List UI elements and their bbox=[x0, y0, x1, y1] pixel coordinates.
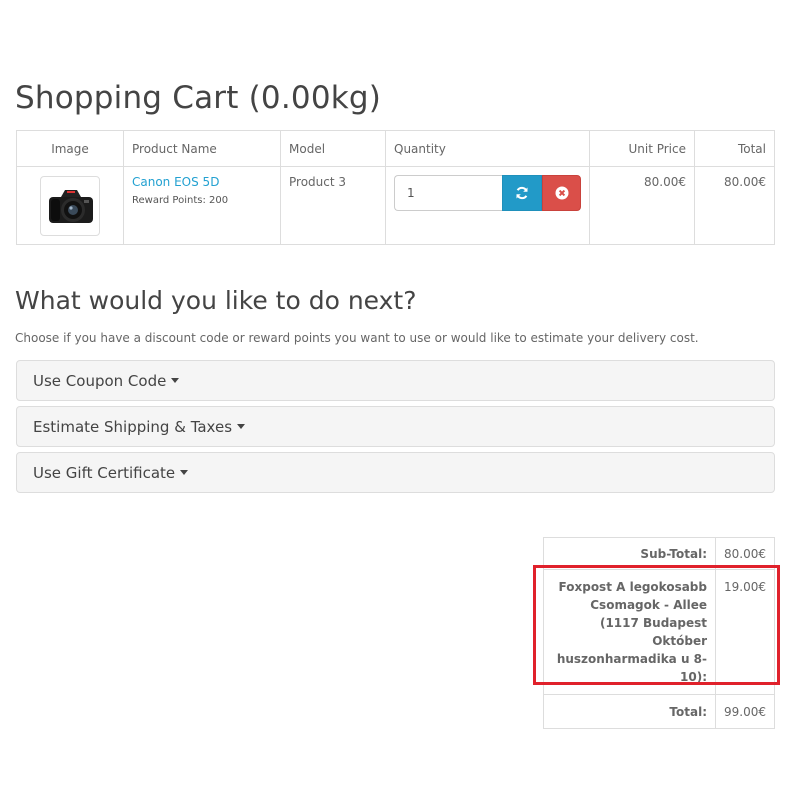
product-name-link[interactable]: Canon EOS 5D bbox=[132, 175, 219, 189]
total-value: 99.00€ bbox=[715, 694, 775, 729]
unit-price: 80.00€ bbox=[589, 166, 695, 245]
coupon-code-panel[interactable]: Use Coupon Code bbox=[16, 360, 775, 401]
update-quantity-button[interactable] bbox=[502, 175, 542, 211]
product-model: Product 3 bbox=[280, 166, 386, 245]
column-header-model: Model bbox=[280, 130, 386, 167]
subtotal-row: Sub-Total: 80.00€ bbox=[543, 537, 775, 570]
column-header-product-name: Product Name bbox=[123, 130, 281, 167]
gift-certificate-panel[interactable]: Use Gift Certificate bbox=[16, 452, 775, 493]
camera-icon bbox=[49, 190, 93, 223]
subtotal-value: 80.00€ bbox=[715, 537, 775, 570]
product-thumbnail[interactable] bbox=[40, 176, 100, 236]
refresh-icon bbox=[516, 186, 528, 200]
table-row: Canon EOS 5D Reward Points: 200 Product … bbox=[16, 166, 775, 245]
panel-label: Use Gift Certificate bbox=[33, 463, 176, 482]
remove-item-button[interactable] bbox=[542, 175, 581, 211]
shipping-label: Foxpost A legokosabb Csomagok - Allee (1… bbox=[543, 569, 716, 695]
next-steps-title: What would you like to do next? bbox=[15, 286, 417, 315]
shipping-value: 19.00€ bbox=[715, 569, 775, 695]
caret-down-icon bbox=[180, 470, 189, 475]
totals-table: Sub-Total: 80.00€ Foxpost A legokosabb C… bbox=[543, 537, 775, 729]
panel-label: Estimate Shipping & Taxes bbox=[33, 417, 233, 436]
estimate-shipping-panel[interactable]: Estimate Shipping & Taxes bbox=[16, 406, 775, 447]
shipping-row: Foxpost A legokosabb Csomagok - Allee (1… bbox=[543, 569, 775, 695]
column-header-unit-price: Unit Price bbox=[589, 130, 695, 167]
total-row: Total: 99.00€ bbox=[543, 694, 775, 729]
cart-table: Image Product Name Model Quantity Unit P… bbox=[16, 130, 775, 245]
quantity-input[interactable] bbox=[394, 175, 502, 211]
line-total: 80.00€ bbox=[694, 166, 775, 245]
caret-down-icon bbox=[171, 378, 180, 383]
column-header-image: Image bbox=[16, 130, 124, 167]
column-header-quantity: Quantity bbox=[385, 130, 590, 167]
quantity-group bbox=[394, 175, 581, 211]
next-steps-description: Choose if you have a discount code or re… bbox=[15, 331, 699, 345]
column-header-total: Total bbox=[694, 130, 775, 167]
total-label: Total: bbox=[543, 694, 716, 729]
subtotal-label: Sub-Total: bbox=[543, 537, 716, 570]
panel-label: Use Coupon Code bbox=[33, 371, 167, 390]
remove-circle-icon bbox=[555, 186, 568, 200]
caret-down-icon bbox=[237, 424, 246, 429]
reward-points: Reward Points: 200 bbox=[132, 195, 229, 206]
page-title: Shopping Cart (0.00kg) bbox=[15, 80, 382, 116]
